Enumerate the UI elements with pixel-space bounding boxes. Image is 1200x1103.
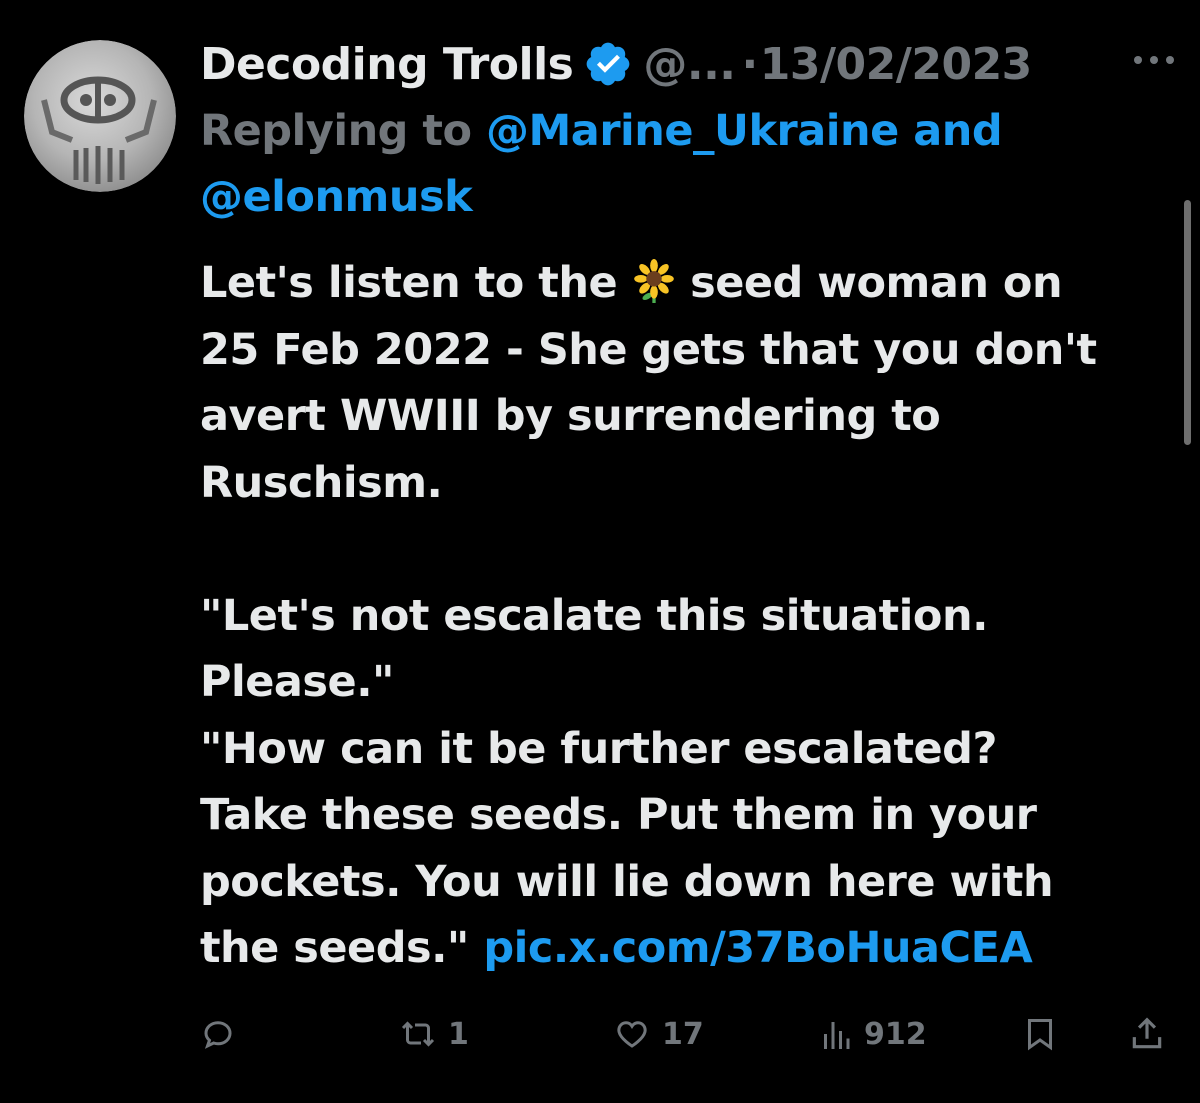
sunflower-emoji	[633, 259, 674, 303]
scrollbar-thumb[interactable]	[1184, 200, 1191, 445]
mention-conjunction: and	[913, 106, 1003, 156]
author-handle[interactable]: @...	[643, 39, 736, 90]
repost-icon	[401, 1021, 435, 1047]
tweet: Decoding Trolls @... · 13/02/2023 Replyi…	[0, 0, 1200, 1103]
views-count: 912	[864, 1016, 927, 1052]
tweet-line: Ruschism.	[200, 457, 443, 508]
repost-button[interactable]: 1	[398, 1006, 469, 1062]
tweet-line-text: the seeds."	[200, 923, 469, 973]
share-upload-icon	[1132, 1017, 1162, 1049]
like-count: 17	[662, 1016, 704, 1052]
heart-icon	[617, 1021, 647, 1048]
tweet-header: Decoding Trolls @... · 13/02/2023	[200, 34, 1032, 94]
bookmark-icon	[1028, 1019, 1052, 1051]
tweet-line: "Let's not escalate this situation.	[200, 590, 988, 641]
author-name[interactable]: Decoding Trolls	[200, 39, 574, 90]
tweet-line: the seeds." pic.x.com/37BoHuaCEA	[200, 915, 1160, 982]
mention-marine-ukraine[interactable]: @Marine_Ukraine	[486, 106, 899, 156]
tweet-line-text: Let's listen to the	[200, 258, 618, 308]
reply-button[interactable]	[200, 1006, 236, 1062]
media-link[interactable]: pic.x.com/37BoHuaCEA	[483, 923, 1032, 973]
stone-seal-avatar	[24, 40, 176, 192]
tweet-line: Please."	[200, 657, 394, 707]
tweet-text: Let's listen to the seed woman on 25 Feb…	[200, 250, 1160, 982]
mention-elonmusk[interactable]: @elonmusk	[200, 172, 473, 222]
tweet-line: "How can it be further escalated?	[200, 723, 997, 774]
tweet-date[interactable]: 13/02/2023	[760, 39, 1033, 90]
verified-badge-icon	[587, 42, 630, 86]
share-button[interactable]	[1128, 1006, 1166, 1062]
bookmark-button[interactable]	[1022, 1006, 1058, 1062]
tweet-line: avert WWIII by surrendering to	[200, 391, 941, 441]
more-options-icon	[1134, 56, 1174, 64]
views-button[interactable]: 912	[818, 1006, 927, 1062]
author-avatar[interactable]	[24, 40, 176, 192]
replying-to: Replying to @Marine_Ukraine and @elonmus…	[200, 98, 1120, 230]
separator-dot: ·	[741, 38, 759, 90]
like-button[interactable]: 17	[612, 1006, 704, 1062]
more-options-button[interactable]	[1124, 40, 1184, 80]
repost-count: 1	[448, 1016, 469, 1052]
reply-bubble-icon	[204, 1021, 232, 1049]
tweet-line: pockets. You will lie down here with	[200, 856, 1054, 907]
tweet-line-text: seed woman on	[690, 258, 1063, 308]
tweet-line: Take these seeds. Put them in your	[200, 790, 1037, 840]
tweet-actions: 1 17 912	[200, 1006, 1180, 1062]
tweet-line: Let's listen to the seed woman on	[200, 250, 1160, 317]
tweet-line: 25 Feb 2022 - She gets that you don't	[200, 324, 1097, 375]
replying-to-label: Replying to	[200, 106, 472, 156]
views-bar-chart-icon	[824, 1022, 850, 1049]
